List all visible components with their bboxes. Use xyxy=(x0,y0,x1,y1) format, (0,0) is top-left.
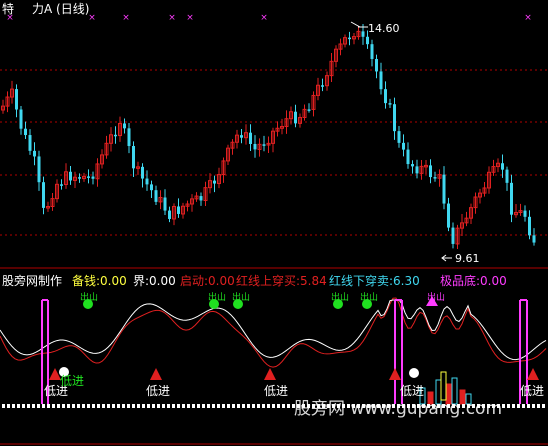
white-dot-icon xyxy=(409,368,419,378)
candle-body xyxy=(415,166,419,174)
candle-body xyxy=(253,143,257,150)
candle-body xyxy=(168,210,171,219)
candle-body xyxy=(87,176,90,178)
candle-body xyxy=(406,149,410,165)
marker-label: 出山 xyxy=(80,293,99,303)
candle-body xyxy=(42,182,45,208)
candle-body xyxy=(163,197,167,211)
candle-body xyxy=(321,85,324,87)
candle-body xyxy=(141,166,144,179)
candle-body xyxy=(379,71,383,90)
high-price-label: 14.60 xyxy=(368,22,400,35)
candle-body xyxy=(28,135,32,151)
candle-body xyxy=(24,128,27,136)
magenta-x-icon: × xyxy=(260,13,268,23)
candlestick-series xyxy=(1,24,536,250)
candle-body xyxy=(91,176,95,179)
candle-body xyxy=(123,123,126,129)
candle-body xyxy=(114,134,117,137)
dijin-label: 低进 xyxy=(146,384,171,398)
candle-body xyxy=(388,103,392,105)
stock-title: 特 xyxy=(2,2,15,16)
candle-body xyxy=(501,163,504,170)
candle-body xyxy=(510,182,513,215)
candle-body xyxy=(451,227,455,244)
hongxian-xia-value: 红线下穿卖:6.30 xyxy=(329,274,420,288)
price-grid xyxy=(0,69,548,236)
candle-body xyxy=(15,89,18,110)
watermark: 股旁网 www.gupang.com xyxy=(294,399,502,419)
low-price-marker: 9.61 xyxy=(441,252,480,265)
jie-value: 界:0.00 xyxy=(133,274,176,288)
qidong-value: 启动:0.00 xyxy=(180,274,235,288)
candle-body xyxy=(393,104,396,132)
candle-body xyxy=(442,174,446,204)
candle-body xyxy=(348,37,351,40)
red-signal-line xyxy=(0,297,547,368)
marker-label: 出山 xyxy=(427,293,446,303)
magenta-x-icon: × xyxy=(122,13,130,23)
candle-body xyxy=(150,184,153,191)
hongxian-shang-value: 红线上穿买:5.84 xyxy=(236,274,327,288)
candle-body xyxy=(78,177,81,179)
candle-body xyxy=(402,142,405,150)
indicator-name: 股旁网制作 xyxy=(2,274,63,288)
candle-body xyxy=(240,135,243,138)
low-price-label: 9.61 xyxy=(455,252,480,265)
candle-body xyxy=(60,184,63,186)
buy-triangle-icon xyxy=(150,368,162,380)
dijin-label: 低进 xyxy=(520,384,545,398)
candle-body xyxy=(213,180,216,184)
candle-body xyxy=(33,150,36,157)
candle-body xyxy=(532,235,536,243)
buy-triangle-icon xyxy=(264,368,276,380)
candle-body xyxy=(249,132,252,144)
stock-period: 力A (日线) xyxy=(32,2,90,16)
marker-label: 出山 xyxy=(232,293,251,303)
candle-body xyxy=(69,171,72,181)
dijin-label: 低进 xyxy=(264,384,289,398)
marker-label: 出山 xyxy=(208,293,227,303)
histogram-bar xyxy=(440,371,447,401)
candle-body xyxy=(366,36,369,45)
candle-body xyxy=(262,144,266,146)
candle-body xyxy=(370,44,374,59)
candle-body xyxy=(523,210,527,217)
candle-body xyxy=(19,109,23,129)
marker-label: 出山 xyxy=(360,293,379,303)
candle-body xyxy=(384,89,387,104)
buy-triangle-icon xyxy=(389,368,401,380)
candle-body xyxy=(447,203,450,228)
candle-body xyxy=(505,169,509,183)
candle-body xyxy=(375,58,378,72)
candle-body xyxy=(294,111,297,124)
candle-body xyxy=(411,164,414,167)
marker-label: 出山 xyxy=(331,293,350,303)
magenta-x-icon: × xyxy=(524,13,532,23)
candle-body xyxy=(127,128,131,147)
beiqian-value: 备钱:0.00 xyxy=(72,274,127,288)
signal-markers xyxy=(49,296,539,380)
candle-body xyxy=(307,109,311,111)
jipindi-value: 极品底:0.00 xyxy=(440,274,507,288)
buy-triangle-icon xyxy=(527,368,539,380)
candle-body xyxy=(37,156,41,183)
magenta-x-icon: × xyxy=(168,13,176,23)
candle-body xyxy=(177,206,180,214)
dijin-label: 低进 xyxy=(400,384,425,398)
candle-body xyxy=(154,190,158,202)
candle-body xyxy=(361,31,365,37)
indicator-lines xyxy=(0,297,547,368)
white-signal-line xyxy=(0,299,547,361)
dijin-label: 低进 xyxy=(60,374,85,388)
candle-body xyxy=(528,216,531,236)
candle-body xyxy=(433,177,437,179)
candle-body xyxy=(132,146,135,169)
candle-body xyxy=(199,196,203,201)
candle-body xyxy=(397,131,401,143)
candle-body xyxy=(429,165,432,178)
magenta-x-icon: × xyxy=(186,13,194,23)
candle-body xyxy=(145,178,149,185)
